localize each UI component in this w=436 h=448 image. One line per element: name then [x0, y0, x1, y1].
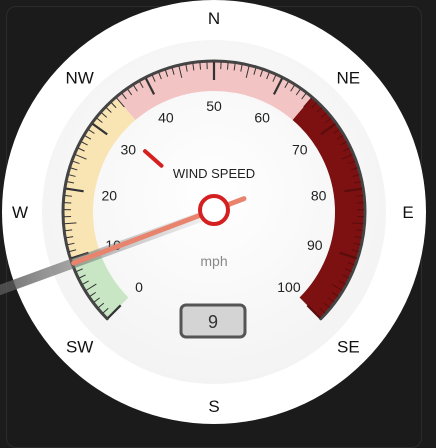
unit-label: mph	[200, 253, 227, 269]
wind-speed-gauge: 0102030405060708090100 NNEESESSWWNW WIND…	[0, 0, 436, 430]
compass-label: SE	[337, 337, 360, 356]
scale-label: 50	[206, 98, 222, 114]
needle-hub	[200, 196, 228, 224]
value-display: 9	[208, 312, 218, 332]
scale-label: 80	[311, 187, 327, 203]
compass-label: W	[12, 203, 28, 222]
compass-label: NE	[337, 69, 361, 88]
tick	[227, 63, 228, 70]
compass-label: N	[208, 9, 220, 28]
scale-label: 90	[307, 237, 323, 253]
compass-label: NW	[65, 69, 93, 88]
tick	[200, 63, 201, 70]
scale-label: 60	[254, 110, 270, 126]
scale-label: 70	[292, 142, 308, 158]
compass-label: S	[208, 397, 219, 416]
scale-label: 0	[135, 279, 143, 295]
gauge-title: WIND SPEED	[173, 166, 255, 181]
scale-label: 100	[277, 279, 301, 295]
scale-label: 40	[158, 110, 174, 126]
scale-label: 20	[102, 187, 118, 203]
compass-label: SW	[66, 337, 93, 356]
compass-label: E	[402, 203, 413, 222]
scale-label: 30	[120, 142, 136, 158]
